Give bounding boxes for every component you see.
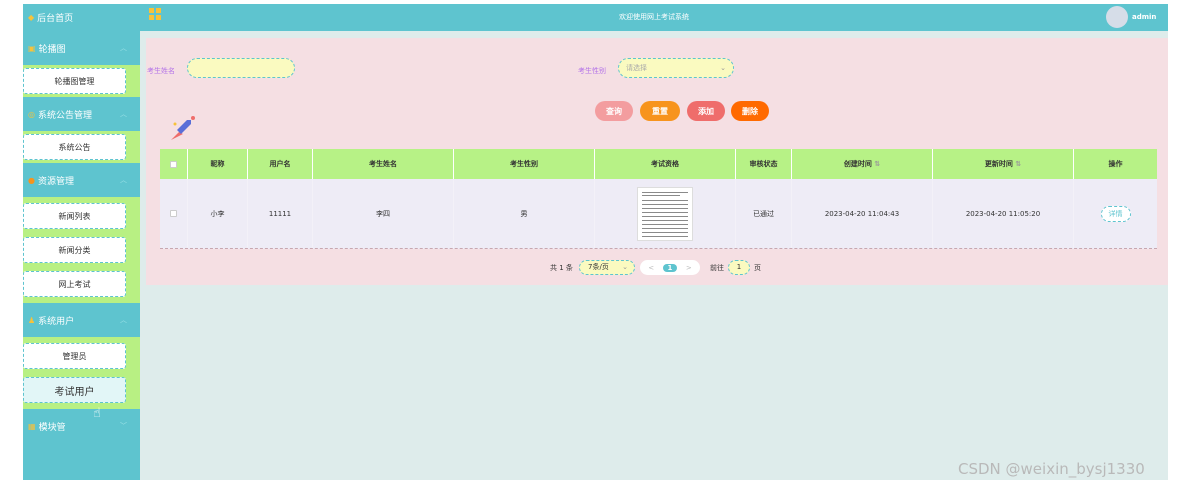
table-row: 小李 11111 李四 男 已通过 2023-04-20 11:04:43 20… <box>160 179 1157 249</box>
col-action: 操作 <box>1108 160 1123 168</box>
sidebar-group-resource[interactable]: ● 资源管理 ︿ <box>23 163 140 197</box>
home-icon: ◆ <box>28 13 35 22</box>
page-nav: < 1 > <box>640 260 700 275</box>
current-page[interactable]: 1 <box>662 263 678 272</box>
user-name[interactable]: admin <box>1132 13 1156 21</box>
cell-action: 详情 <box>1074 179 1157 248</box>
sidebar-item-notice[interactable]: 系统公告 <box>23 134 126 160</box>
prev-page-button[interactable]: < <box>648 264 654 272</box>
sidebar-group-label: 资源管理 <box>37 176 74 187</box>
rocket-icon <box>171 116 195 140</box>
cell-gender: 男 <box>454 179 595 248</box>
chevron-up-icon: ︿ <box>120 176 127 184</box>
add-button[interactable]: 添加 <box>687 101 725 121</box>
chevron-up-icon: ︿ <box>120 44 127 52</box>
page-size-select[interactable]: 7条/页 ⌄ <box>579 260 635 275</box>
image-icon: ▣ <box>28 43 36 53</box>
chevron-down-icon: ⌄ <box>622 263 628 271</box>
folder-icon: ● <box>28 175 35 185</box>
sidebar-home-label: 后台首页 <box>37 14 74 24</box>
col-created-label: 创建时间 <box>843 160 872 168</box>
cell-name: 李四 <box>313 179 454 248</box>
sidebar-group-notice[interactable]: ◎ 系统公告管理 ︿ <box>23 97 140 131</box>
col-username: 用户名 <box>248 149 313 179</box>
col-name: 考生姓名 <box>313 149 454 179</box>
col-updated[interactable]: 更新时间 ⇅ <box>933 149 1074 179</box>
sidebar-group-label: 系统用户 <box>38 316 75 327</box>
notice-icon: ◎ <box>28 109 35 119</box>
col-status: 审核状态 <box>736 149 792 179</box>
hand-cursor-icon: ☝ <box>93 406 101 421</box>
cell-nickname: 小李 <box>188 179 248 248</box>
sidebar-item-carousel-manage[interactable]: 轮播图管理 <box>23 68 126 94</box>
app-frame: ◆ 后台首页 ▣ 轮播图 ︿ 哥 轮播图管理 ◎ 系统公告管理 ︿ 系统公告 ●… <box>23 4 1168 480</box>
cell-created: 2023-04-20 11:04:43 <box>792 179 933 248</box>
cell-qualification <box>595 179 736 248</box>
chevron-up-icon: ︿ <box>120 110 127 118</box>
sidebar-group-modules[interactable]: ▦ 模块管 ﹀ <box>23 409 140 443</box>
row-checkbox[interactable] <box>170 210 177 217</box>
sidebar-group-label: 系统公告管理 <box>37 110 92 121</box>
avatar[interactable] <box>1106 6 1128 28</box>
qualification-image[interactable] <box>637 186 693 241</box>
goto-page-input[interactable]: 1 <box>728 260 750 275</box>
user-icon: ♟ <box>28 315 36 325</box>
cell-status: 已通过 <box>736 179 792 248</box>
sidebar-item-news-category[interactable]: 新闻分类 <box>23 237 126 263</box>
sidebar-item-news-list[interactable]: 新闻列表 <box>23 203 126 229</box>
cell-updated: 2023-04-20 11:05:20 <box>933 179 1074 248</box>
sidebar-submenu: 管理员 考试用户 <box>23 337 140 409</box>
top-bar: 欢迎使用网上考试系统 admin <box>140 4 1168 31</box>
goto-label: 前往 <box>710 264 724 272</box>
sidebar-home[interactable]: ◆ 后台首页 <box>23 4 140 31</box>
data-table: 昵称 用户名 考生姓名 考生性别 考试资格 审核状态 创建时间 ⇅ 更新时间 ⇅… <box>160 149 1157 249</box>
pagination-total: 共 1 条 <box>550 264 573 272</box>
main-panel: 考生姓名 考生性别 请选择 ⌄ 查询 重置 添加 删除 昵称 用户名 考生姓名 … <box>146 38 1168 285</box>
page-size-value: 7条/页 <box>588 263 609 271</box>
sidebar-group-label: 轮播图 <box>38 44 66 55</box>
gender-select[interactable]: 请选择 ⌄ <box>618 58 734 78</box>
sidebar-item-online-exam[interactable]: 网上考试 <box>23 271 126 297</box>
sidebar-item-exam-users[interactable]: 考试用户 <box>23 377 126 403</box>
col-updated-label: 更新时间 <box>984 160 1013 168</box>
chevron-down-icon: ⌄ <box>720 64 726 72</box>
sidebar-group-carousel[interactable]: ▣ 轮播图 ︿ <box>23 31 140 65</box>
delete-button[interactable]: 删除 <box>731 101 769 121</box>
name-label: 考生姓名 <box>147 67 175 75</box>
page-title: 欢迎使用网上考试系统 <box>619 13 689 21</box>
col-gender: 考生性别 <box>454 149 595 179</box>
page-unit-label: 页 <box>754 264 761 272</box>
cell-username: 11111 <box>248 179 313 248</box>
sidebar-item-admin[interactable]: 管理员 <box>23 343 126 369</box>
col-created[interactable]: 创建时间 ⇅ <box>792 149 933 179</box>
reset-button[interactable]: 重置 <box>640 101 680 121</box>
table-header: 昵称 用户名 考生姓名 考生性别 考试资格 审核状态 创建时间 ⇅ 更新时间 ⇅… <box>160 149 1157 179</box>
select-all-cell[interactable] <box>160 149 188 179</box>
query-button[interactable]: 查询 <box>595 101 633 121</box>
name-input[interactable] <box>187 58 295 78</box>
sidebar-submenu: 新闻列表 新闻分类 网上考试 <box>23 197 140 303</box>
sidebar-submenu: 系统公告 <box>23 131 140 163</box>
sort-icon[interactable]: ⇅ <box>1015 160 1021 168</box>
sort-icon[interactable]: ⇅ <box>874 160 880 168</box>
gender-placeholder: 请选择 <box>626 64 647 72</box>
detail-button[interactable]: 详情 <box>1100 205 1131 222</box>
watermark: CSDN @weixin_bysj1330 <box>958 460 1145 478</box>
select-all-checkbox[interactable] <box>170 160 177 168</box>
sidebar-group-users[interactable]: ♟ 系统用户 ︿ <box>23 303 140 337</box>
gender-label: 考生性别 <box>578 67 606 75</box>
sidebar-submenu: 轮播图管理 <box>23 65 140 97</box>
next-page-button[interactable]: > <box>686 264 692 272</box>
col-qualification: 考试资格 <box>595 149 736 179</box>
module-icon: ▦ <box>28 421 36 431</box>
chevron-down-icon: ﹀ <box>120 422 127 430</box>
sidebar-group-label: 模块管 <box>38 422 66 433</box>
chevron-up-icon: ︿ <box>120 316 127 324</box>
sidebar: ◆ 后台首页 ▣ 轮播图 ︿ 哥 轮播图管理 ◎ 系统公告管理 ︿ 系统公告 ●… <box>23 4 140 480</box>
row-select-cell[interactable] <box>160 179 188 248</box>
col-nickname: 昵称 <box>188 149 248 179</box>
